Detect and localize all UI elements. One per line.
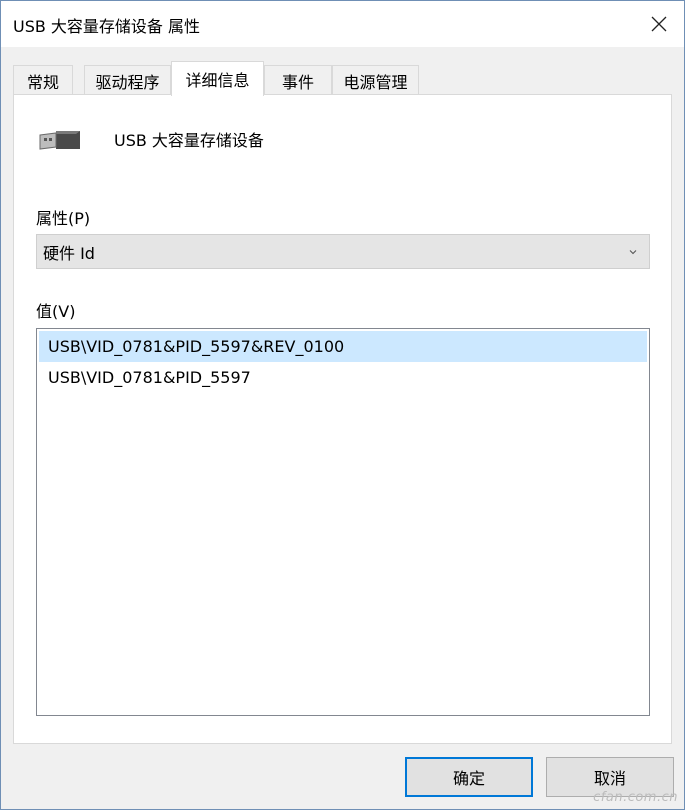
close-button[interactable] xyxy=(642,7,676,41)
title-bar: USB 大容量存储设备 属性 xyxy=(1,1,684,47)
window-title: USB 大容量存储设备 属性 xyxy=(13,17,201,36)
close-icon xyxy=(651,16,667,32)
properties-dialog: USB 大容量存储设备 属性 常规 驱动程序 详细信息 事件 电源管理 USB … xyxy=(0,0,685,810)
list-item[interactable]: USB\VID_0781&PID_5597&REV_0100 xyxy=(39,331,647,362)
tab-details[interactable]: 详细信息 xyxy=(171,61,264,96)
watermark: cfan.com.cn xyxy=(593,790,678,805)
tab-power-management[interactable]: 电源管理 xyxy=(332,65,419,95)
property-dropdown[interactable]: 硬件 Id xyxy=(36,234,650,269)
property-selected-value: 硬件 Id xyxy=(43,243,95,263)
chevron-down-icon xyxy=(629,250,637,255)
tab-driver[interactable]: 驱动程序 xyxy=(84,65,171,95)
tab-events[interactable]: 事件 xyxy=(264,65,332,95)
property-label: 属性(P) xyxy=(36,209,91,228)
device-name: USB 大容量存储设备 xyxy=(114,131,264,150)
ok-button[interactable]: 确定 xyxy=(405,757,533,797)
details-panel: USB 大容量存储设备 属性(P) 硬件 Id 值(V) USB\VID_078… xyxy=(13,94,672,744)
value-label: 值(V) xyxy=(36,302,76,321)
usb-plug-icon xyxy=(39,131,80,150)
tab-general[interactable]: 常规 xyxy=(13,65,73,95)
value-listbox[interactable]: USB\VID_0781&PID_5597&REV_0100 USB\VID_0… xyxy=(36,328,650,716)
list-item[interactable]: USB\VID_0781&PID_5597 xyxy=(39,362,647,393)
